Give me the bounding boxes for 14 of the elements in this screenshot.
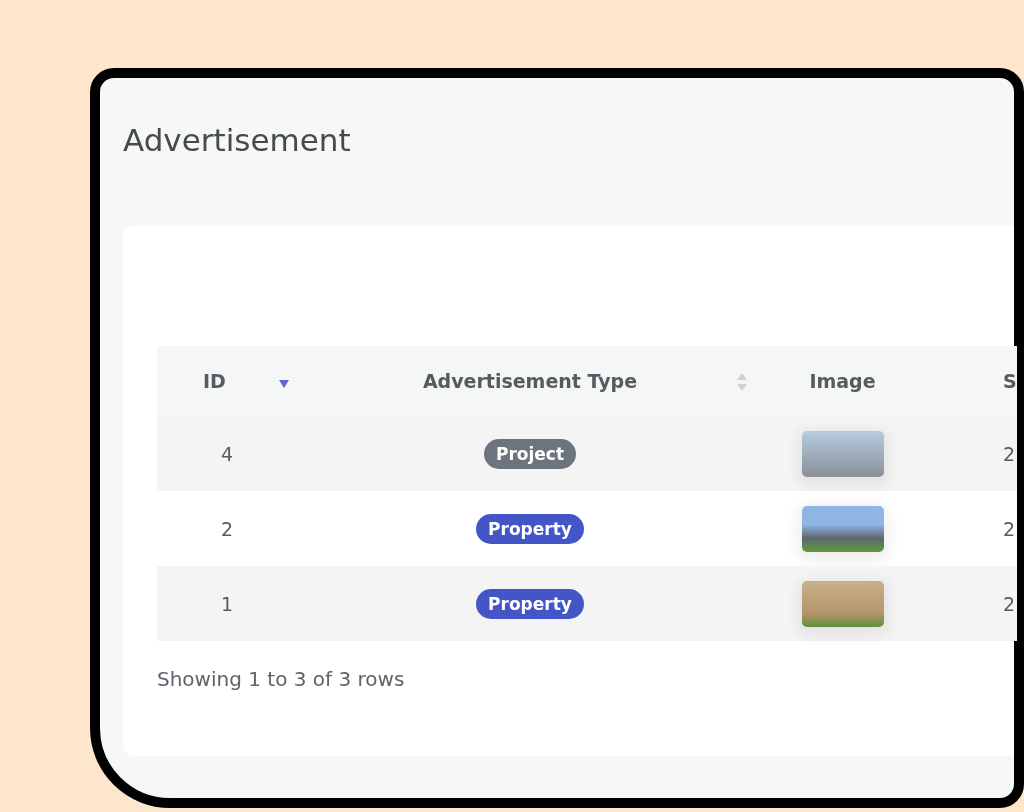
sort-descending-icon[interactable]: [278, 378, 290, 390]
table-cell: 2: [925, 416, 1017, 491]
table-cell: 1: [157, 566, 300, 641]
type-badge: Property: [476, 513, 584, 544]
column-header: ID: [157, 346, 300, 416]
table-cell: 4: [157, 416, 300, 491]
pagination-summary: Showing 1 to 3 of 3 rows: [157, 667, 406, 691]
column-header: S: [925, 346, 1017, 416]
type-badge: Project: [483, 438, 577, 469]
type-badge: Property: [476, 588, 584, 619]
column-header: Advertisement Type: [300, 346, 760, 416]
page-title: Advertisement: [123, 121, 352, 160]
table-cell: 2: [925, 566, 1017, 641]
column-header: Image: [760, 346, 925, 416]
